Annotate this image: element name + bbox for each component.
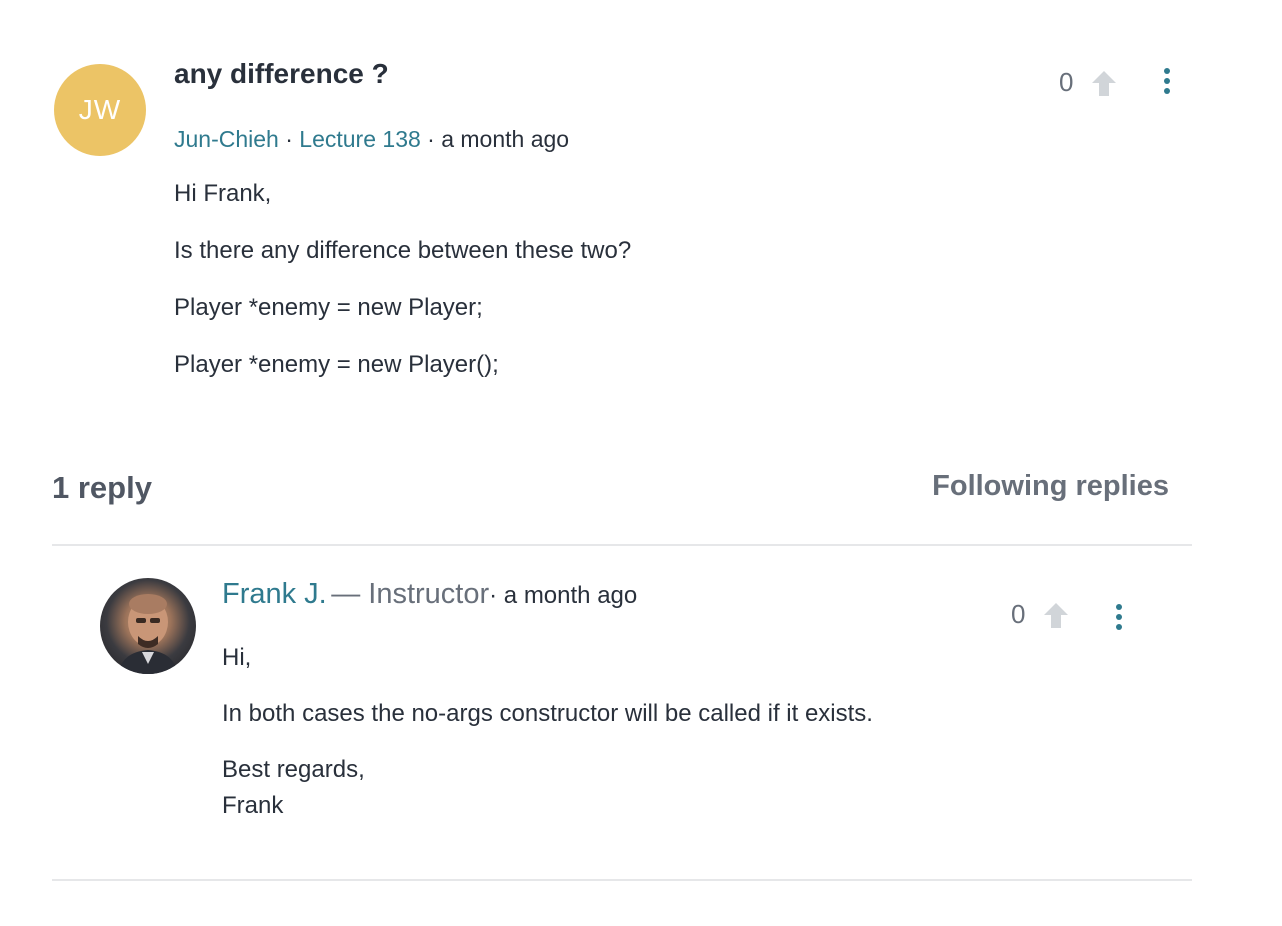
author-link[interactable]: Jun-Chieh <box>174 126 279 152</box>
avatar-initials: JW <box>78 94 122 125</box>
upvote-arrow-icon[interactable] <box>1089 68 1119 98</box>
reply-body: Hi, In both cases the no-args constructo… <box>222 641 1122 845</box>
vote-count: 0 <box>1059 67 1074 97</box>
instructor-role: — Instructor <box>331 578 490 610</box>
reply-time: · a month ago <box>489 582 638 609</box>
more-options-icon[interactable] <box>1115 604 1123 630</box>
question-vote: 0 <box>1059 67 1119 98</box>
lecture-link[interactable]: Lecture 138 <box>299 126 420 152</box>
instructor-avatar[interactable] <box>100 578 196 674</box>
reply-vote: 0 <box>1011 599 1071 630</box>
meta-separator: · <box>285 126 293 152</box>
reply-line: In both cases the no-args constructor wi… <box>222 700 873 727</box>
divider <box>52 879 1192 881</box>
question-meta: Jun-Chieh · Lecture 138 · a month ago <box>174 126 569 153</box>
instructor-name-link[interactable]: Frank J. <box>222 578 327 610</box>
question-line: Player *enemy = new Player; <box>174 294 483 321</box>
avatar[interactable]: JW <box>54 64 146 156</box>
following-replies-button[interactable]: Following replies <box>932 470 1169 503</box>
question-line: Hi Frank, <box>174 180 272 207</box>
question-line: Is there any difference between these tw… <box>174 237 632 264</box>
question-title: any difference ? <box>174 58 389 89</box>
reply-meta: Frank J. — Instructor· a month ago <box>222 578 637 611</box>
replies-count: 1 reply <box>52 470 152 505</box>
reply-line: Hi, <box>222 644 252 671</box>
instructor-photo-icon <box>118 594 178 674</box>
reply-line: Best regards, <box>222 756 365 783</box>
qa-thread: JW any difference ? Jun-Chieh · Lecture … <box>0 0 1282 926</box>
divider <box>52 544 1192 546</box>
question-time: · a month ago <box>427 126 570 152</box>
more-options-icon[interactable] <box>1163 68 1171 94</box>
reply-line: Frank <box>222 792 284 819</box>
upvote-arrow-icon[interactable] <box>1041 600 1071 630</box>
question-body: Hi Frank, Is there any difference betwee… <box>174 177 1074 405</box>
question-line: Player *enemy = new Player(); <box>174 351 499 378</box>
vote-count: 0 <box>1011 599 1026 629</box>
